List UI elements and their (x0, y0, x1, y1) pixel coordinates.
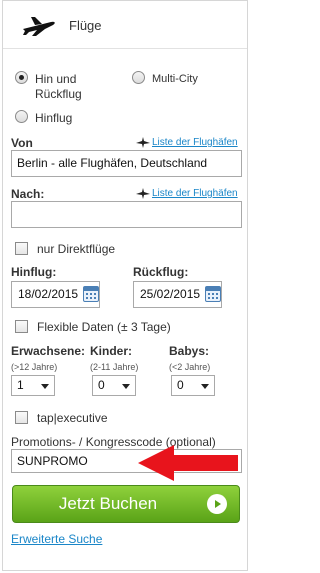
to-input[interactable] (11, 201, 242, 228)
direct-flights-label[interactable]: nur Direktflüge (37, 242, 115, 256)
multi-city-radio[interactable] (132, 71, 145, 84)
flexible-dates-checkbox[interactable] (15, 320, 28, 333)
round-trip-radio[interactable] (15, 71, 28, 84)
adults-age-hint: (>12 Jahre) (11, 362, 58, 372)
babies-label: Babys: (169, 344, 210, 358)
adults-select[interactable]: 1 (11, 375, 55, 396)
book-now-label: Jetzt Buchen (58, 494, 158, 513)
from-label: Von (11, 136, 33, 150)
babies-select[interactable]: 0 (171, 375, 215, 396)
one-way-label[interactable]: Hinflug (35, 111, 72, 126)
chevron-down-icon (122, 384, 130, 389)
multi-city-label[interactable]: Multi-City (152, 72, 198, 87)
airplane-icon (23, 17, 55, 36)
round-trip-label[interactable]: Hin und Rückflug (35, 72, 82, 102)
flexible-dates-label[interactable]: Flexible Daten (± 3 Tage) (37, 320, 171, 334)
children-age-hint: (2-11 Jahre) (90, 362, 139, 372)
children-select-value: 0 (98, 378, 105, 392)
adults-label: Erwachsene: (11, 344, 86, 358)
from-input[interactable]: Berlin - alle Flughäfen, Deutschland (11, 150, 242, 177)
play-arrow-icon (207, 494, 227, 514)
flight-search-panel: Flüge Hin und Rückflug Multi-City Hinflu… (2, 0, 248, 571)
babies-age-hint: (<2 Jahre) (169, 362, 211, 372)
children-label: Kinder: (90, 344, 132, 358)
from-airport-list-link[interactable]: Liste der Flughäfen (152, 137, 238, 148)
tap-executive-checkbox[interactable] (15, 411, 28, 424)
one-way-radio[interactable] (15, 110, 28, 123)
to-airport-list-link[interactable]: Liste der Flughäfen (152, 188, 238, 199)
direct-flights-checkbox[interactable] (15, 242, 28, 255)
round-trip-label-line1: Hin und (35, 72, 77, 86)
calendar-icon[interactable] (83, 286, 99, 302)
chevron-down-icon (41, 384, 49, 389)
departure-date-value: 18/02/2015 (18, 287, 79, 301)
to-label: Nach: (11, 187, 45, 201)
tap-executive-label[interactable]: tap|executive (37, 411, 108, 425)
book-now-button[interactable]: Jetzt Buchen (12, 485, 240, 523)
round-trip-label-line2: Rückflug (35, 87, 82, 101)
return-label: Rückflug: (133, 265, 189, 279)
chevron-down-icon (201, 384, 209, 389)
advanced-search-link[interactable]: Erweiterte Suche (11, 532, 102, 546)
return-date-value: 25/02/2015 (140, 287, 201, 301)
annotation-arrow-icon (138, 445, 238, 481)
departure-label: Hinflug: (11, 265, 57, 279)
page-title: Flüge (69, 18, 102, 33)
panel-header: Flüge (3, 1, 247, 49)
airplane-small-icon (136, 188, 150, 199)
airplane-small-icon (136, 137, 150, 148)
children-select[interactable]: 0 (92, 375, 136, 396)
calendar-icon[interactable] (205, 286, 221, 302)
adults-select-value: 1 (17, 378, 24, 392)
babies-select-value: 0 (177, 378, 184, 392)
